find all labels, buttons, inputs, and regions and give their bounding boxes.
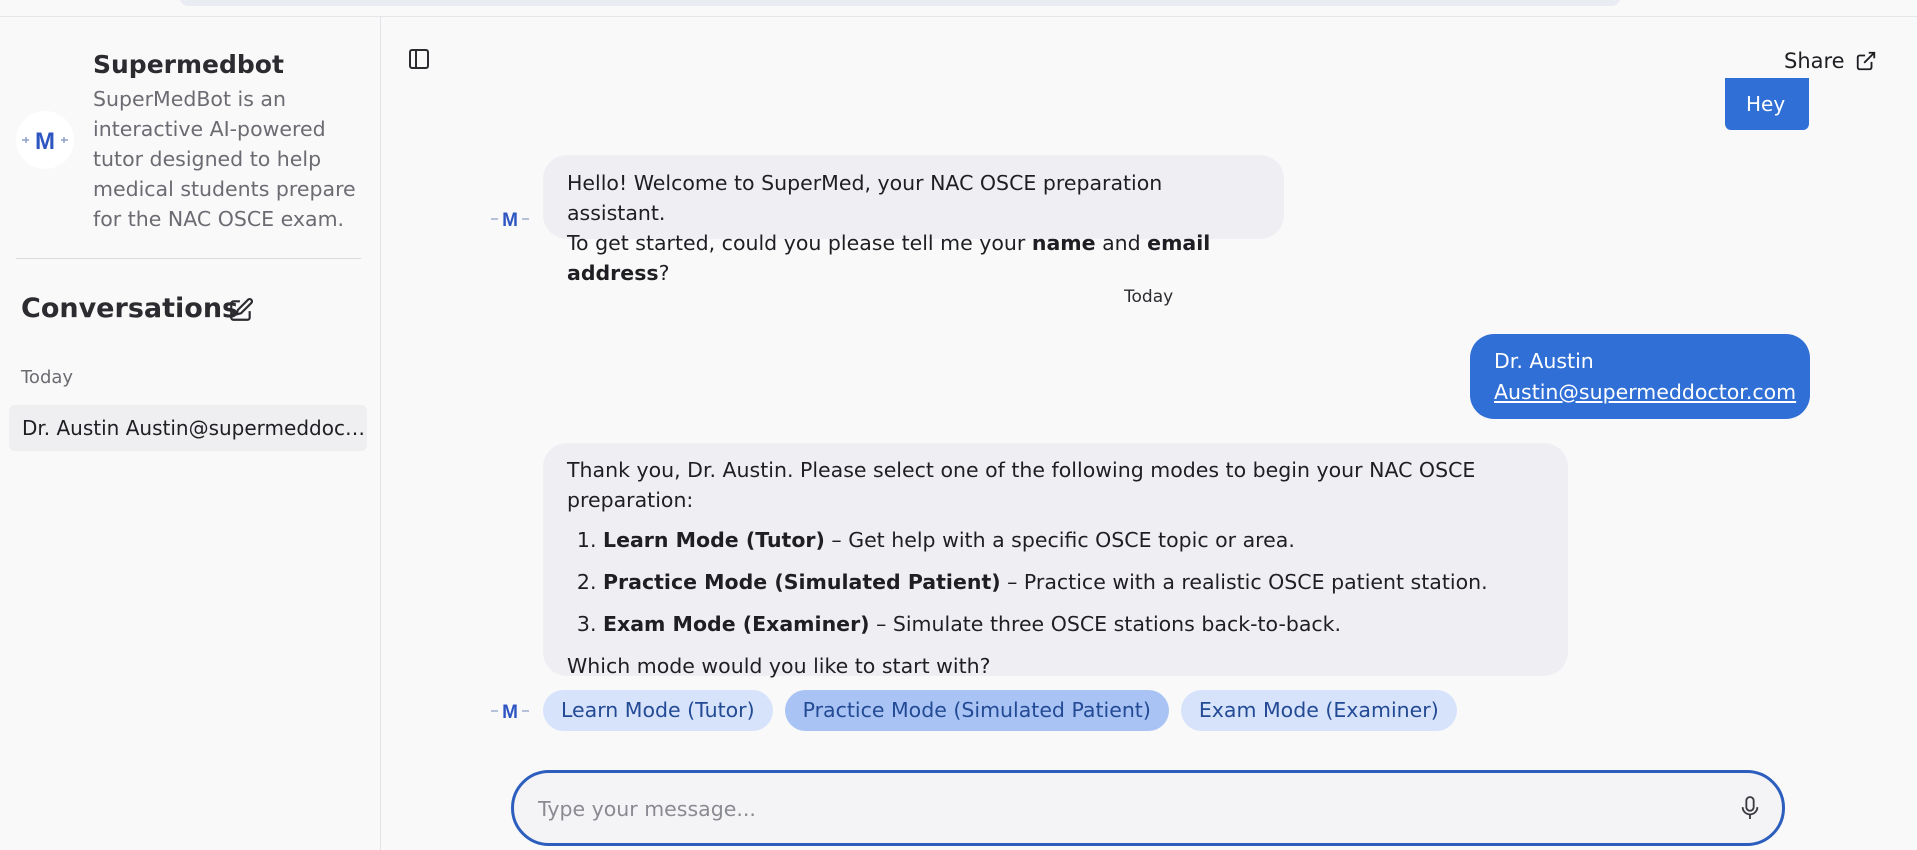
user-message-text: Hey [1746, 92, 1786, 116]
conversation-item[interactable]: Dr. Austin Austin@supermeddoctor.com [9, 405, 367, 451]
user-message: Hey [1725, 78, 1809, 130]
svg-text:M: M [35, 128, 55, 155]
bot-logo-icon: M [22, 128, 68, 155]
bot-message-line: Hello! Welcome to SuperMed, your NAC OSC… [567, 171, 1163, 225]
message-composer [511, 770, 1785, 846]
sidebar: M Supermedbot SuperMedBot is an interact… [0, 17, 381, 850]
bot-message-outro: Which mode would you like to start with? [567, 654, 991, 678]
user-message-email-link[interactable]: Austin@supermeddoctor.com [1494, 377, 1796, 408]
bot-message: Thank you, Dr. Austin. Please select one… [543, 443, 1568, 678]
conversation-group-label: Today [21, 367, 74, 388]
bot-message: Hello! Welcome to SuperMed, your NAC OSC… [543, 155, 1284, 285]
mode-list-item: Learn Mode (Tutor) – Get help with a spe… [603, 525, 1544, 555]
bot-message-line: To get started, could you please tell me… [567, 231, 1211, 285]
share-button[interactable]: Share [1784, 46, 1877, 76]
bot-name: Supermedbot [93, 50, 284, 79]
bot-avatar-icon: M [491, 210, 529, 231]
new-conversation-button[interactable] [228, 297, 254, 323]
share-label: Share [1784, 49, 1845, 73]
day-separator: Today [1124, 287, 1174, 307]
bot-message-intro: Thank you, Dr. Austin. Please select one… [567, 458, 1476, 512]
svg-text:M: M [502, 702, 518, 723]
bot-avatar: M [490, 207, 530, 231]
svg-text:M: M [502, 210, 518, 231]
microphone-icon [1741, 796, 1759, 819]
microphone-button[interactable] [1739, 795, 1765, 823]
sidebar-divider [16, 258, 361, 259]
conversations-title: Conversations [21, 293, 239, 324]
bot-description: SuperMedBot is an interactive AI-powered… [93, 87, 356, 231]
suggested-replies: Learn Mode (Tutor) Practice Mode (Simula… [543, 690, 1457, 731]
message-input[interactable] [536, 785, 1690, 833]
chip-exam-mode[interactable]: Exam Mode (Examiner) [1180, 690, 1457, 731]
user-message-name: Dr. Austin [1494, 349, 1594, 373]
top-search-pill [180, 0, 1620, 6]
bot-logo: M [16, 111, 74, 169]
chip-practice-mode[interactable]: Practice Mode (Simulated Patient) [784, 690, 1169, 731]
bot-avatar: M [490, 699, 530, 723]
external-link-icon [1856, 51, 1875, 71]
chip-learn-mode[interactable]: Learn Mode (Tutor) [543, 690, 773, 731]
mode-list-item: Practice Mode (Simulated Patient) – Prac… [603, 567, 1544, 597]
sidebar-toggle-icon [409, 49, 429, 69]
bot-avatar-icon: M [491, 702, 529, 723]
edit-icon [230, 298, 253, 321]
user-message: Dr. Austin Austin@supermeddoctor.com [1470, 334, 1810, 419]
sidebar-toggle-button[interactable] [407, 47, 433, 73]
mode-list: Learn Mode (Tutor) – Get help with a spe… [567, 525, 1544, 639]
browser-top-strip [0, 0, 1917, 17]
mode-list-item: Exam Mode (Examiner) – Simulate three OS… [603, 609, 1544, 639]
